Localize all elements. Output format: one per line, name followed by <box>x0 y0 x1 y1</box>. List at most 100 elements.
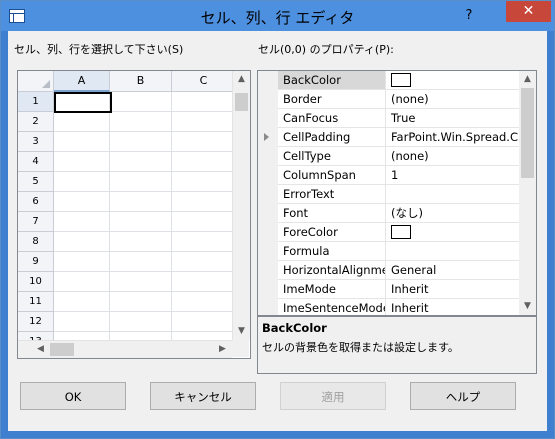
property-grid-scrollbar[interactable]: ▲ ▼ <box>519 71 536 315</box>
grid-cell[interactable] <box>54 292 110 312</box>
grid-cell[interactable] <box>172 292 236 312</box>
property-grid[interactable]: BackColor Border (none) CanFocus True CellPad… <box>257 70 537 316</box>
grid-cell[interactable] <box>172 92 236 112</box>
property-row[interactable]: Border (none) <box>278 90 519 109</box>
property-value[interactable] <box>387 242 519 260</box>
column-header-c[interactable]: C <box>172 71 236 92</box>
property-row[interactable]: CellPadding FarPoint.Win.Spread.C <box>278 128 519 147</box>
grid-cell[interactable] <box>172 212 236 232</box>
property-row[interactable]: Font (なし) <box>278 204 519 223</box>
property-row[interactable]: ImeSentenceMode Inherit <box>278 299 519 315</box>
grid-cell[interactable] <box>54 312 110 332</box>
grid-cell[interactable] <box>110 272 172 292</box>
property-grid-scroll-thumb[interactable] <box>521 88 534 178</box>
row-header-10[interactable]: 10 <box>18 272 54 292</box>
property-row[interactable]: BackColor <box>278 71 519 90</box>
help-button[interactable]: ヘルプ <box>410 382 516 410</box>
row-header-3[interactable]: 3 <box>18 132 54 152</box>
vertical-scroll-thumb[interactable] <box>235 93 248 111</box>
column-header-b[interactable]: B <box>110 71 172 92</box>
expand-arrow-icon[interactable] <box>264 133 269 141</box>
horizontal-scroll-thumb[interactable] <box>50 343 74 356</box>
grid-cell[interactable] <box>54 152 110 172</box>
grid-cell[interactable] <box>54 112 110 132</box>
active-cell[interactable] <box>54 92 112 113</box>
grid-cell[interactable] <box>172 232 236 252</box>
property-row[interactable]: ImeMode Inherit <box>278 280 519 299</box>
row-header-9[interactable]: 9 <box>18 252 54 272</box>
scroll-up-icon[interactable]: ▲ <box>519 71 536 88</box>
grid-cell[interactable] <box>110 152 172 172</box>
property-row[interactable]: Formula <box>278 242 519 261</box>
property-row[interactable]: CanFocus True <box>278 109 519 128</box>
property-row[interactable]: ForeColor <box>278 223 519 242</box>
property-value[interactable]: FarPoint.Win.Spread.C <box>387 128 519 146</box>
spread-grid[interactable]: ABC12345678910111213 ▲ ▼ ◀ ▶ <box>17 70 251 359</box>
help-icon[interactable]: ? <box>462 9 476 23</box>
grid-cell[interactable] <box>54 192 110 212</box>
property-value[interactable]: General <box>387 261 519 279</box>
grid-cell[interactable] <box>172 112 236 132</box>
grid-cell[interactable] <box>172 172 236 192</box>
grid-cell[interactable] <box>110 292 172 312</box>
property-value[interactable] <box>387 185 519 203</box>
cancel-button[interactable]: キャンセル <box>150 382 256 410</box>
scroll-down-icon[interactable]: ▼ <box>233 323 250 340</box>
property-value[interactable] <box>387 223 519 241</box>
title-bar[interactable]: セル、列、行 エディタ ? ✕ <box>1 1 554 31</box>
grid-cell[interactable] <box>54 232 110 252</box>
property-value[interactable]: True <box>387 109 519 127</box>
grid-cell[interactable] <box>110 92 172 112</box>
row-header-11[interactable]: 11 <box>18 292 54 312</box>
grid-cell[interactable] <box>172 252 236 272</box>
close-button[interactable]: ✕ <box>506 1 551 22</box>
grid-cell[interactable] <box>110 192 172 212</box>
row-header-5[interactable]: 5 <box>18 172 54 192</box>
scroll-left-icon[interactable]: ◀ <box>32 341 49 358</box>
grid-cell[interactable] <box>54 172 110 192</box>
horizontal-scrollbar[interactable]: ◀ ▶ <box>18 340 232 358</box>
scroll-right-icon[interactable]: ▶ <box>214 341 231 358</box>
grid-cell[interactable] <box>110 132 172 152</box>
property-row[interactable]: HorizontalAlignme General <box>278 261 519 280</box>
grid-cell[interactable] <box>54 252 110 272</box>
row-header-2[interactable]: 2 <box>18 112 54 132</box>
property-value[interactable] <box>387 71 519 89</box>
row-header-6[interactable]: 6 <box>18 192 54 212</box>
row-header-12[interactable]: 12 <box>18 312 54 332</box>
grid-cell[interactable] <box>110 312 172 332</box>
property-row[interactable]: ErrorText <box>278 185 519 204</box>
grid-cell[interactable] <box>110 112 172 132</box>
scroll-up-icon[interactable]: ▲ <box>233 71 250 88</box>
scroll-down-icon[interactable]: ▼ <box>519 298 536 315</box>
property-value[interactable]: (none) <box>387 147 519 165</box>
apply-button[interactable]: 適用 <box>280 382 386 410</box>
row-header-4[interactable]: 4 <box>18 152 54 172</box>
row-header-1[interactable]: 1 <box>18 92 54 112</box>
grid-cell[interactable] <box>54 272 110 292</box>
grid-cell[interactable] <box>110 232 172 252</box>
property-value[interactable]: Inherit <box>387 280 519 298</box>
row-header-7[interactable]: 7 <box>18 212 54 232</box>
grid-cell[interactable] <box>172 192 236 212</box>
row-header-8[interactable]: 8 <box>18 232 54 252</box>
grid-cell[interactable] <box>54 132 110 152</box>
grid-cell[interactable] <box>110 172 172 192</box>
grid-cell[interactable] <box>110 252 172 272</box>
grid-cell[interactable] <box>54 212 110 232</box>
vertical-scrollbar[interactable]: ▲ ▼ <box>232 71 250 340</box>
grid-cell[interactable] <box>172 132 236 152</box>
property-value[interactable]: Inherit <box>387 299 519 315</box>
column-header-a[interactable]: A <box>54 71 110 92</box>
property-value[interactable]: 1 <box>387 166 519 184</box>
grid-cell[interactable] <box>172 312 236 332</box>
property-row[interactable]: CellType (none) <box>278 147 519 166</box>
property-value[interactable]: (なし) <box>387 204 519 222</box>
grid-cell[interactable] <box>172 152 236 172</box>
select-all-corner[interactable] <box>18 71 54 92</box>
ok-button[interactable]: OK <box>20 382 126 410</box>
property-value[interactable]: (none) <box>387 90 519 108</box>
grid-cell[interactable] <box>110 212 172 232</box>
property-row[interactable]: ColumnSpan 1 <box>278 166 519 185</box>
grid-cell[interactable] <box>172 272 236 292</box>
